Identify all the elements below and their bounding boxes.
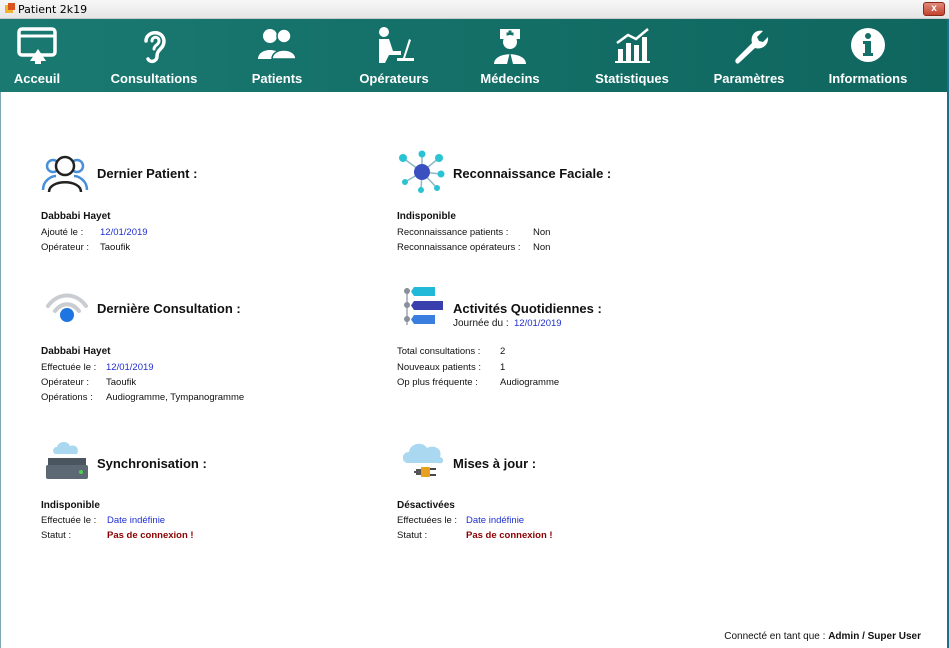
day-value: 12/01/2019 [514, 318, 562, 329]
panel-title: Synchronisation : [97, 456, 207, 471]
timeline-icon [404, 287, 443, 325]
wrench-icon [735, 30, 769, 64]
row-value: Taoufik [106, 377, 137, 388]
title-bar: Patient 2k19 x [0, 0, 949, 19]
chart-icon [615, 28, 650, 63]
row-label: Statut : [397, 530, 428, 541]
row-value: 12/01/2019 [106, 362, 154, 373]
row-value: Date indéfinie [107, 515, 166, 526]
row-value: 1 [500, 362, 506, 373]
network-icon [399, 150, 445, 193]
row-label: Ajouté le : [41, 227, 84, 238]
patient-name: Dabbabi Hayet [41, 211, 111, 222]
row-label: Opérations : [41, 392, 93, 403]
toolbar-item-patients[interactable]: Patients [240, 19, 314, 92]
connected-user: Admin / Super User [828, 631, 921, 642]
window-title: Patient 2k19 [18, 3, 88, 16]
row-value: Non [533, 242, 551, 253]
info-icon [851, 28, 885, 62]
connected-as-label: Connecté en tant que : [724, 631, 826, 642]
close-button[interactable]: x [923, 2, 945, 16]
toolbar-label: Acceuil [13, 71, 61, 86]
row-value: Non [533, 227, 551, 238]
row-label: Opérateur : [41, 377, 90, 388]
row-label: Effectuées le : [397, 515, 458, 526]
cloud-server-icon [46, 441, 88, 479]
toolbar-label: Opérateurs [359, 71, 429, 86]
ear-icon [144, 31, 166, 64]
status-bar: Connecté en tant que : Admin / Super Use… [724, 631, 921, 642]
operator-desk-icon [379, 27, 414, 63]
panel-title: Dernier Patient : [97, 166, 198, 181]
toolbar-label: Statistiques [595, 71, 669, 86]
toolbar-label: Médecins [480, 71, 540, 86]
toolbar-label: Consultations [110, 71, 198, 86]
users-icon [258, 28, 297, 60]
row-value: Pas de connexion ! [466, 530, 553, 541]
status-text: Indisponible [41, 500, 100, 511]
toolbar-item-statistiques[interactable]: Statistiques [584, 19, 680, 92]
toolbar-label: Informations [828, 71, 908, 86]
doctor-icon [494, 29, 526, 64]
toolbar-item-consultations[interactable]: Consultations [104, 19, 204, 92]
toolbar-item-operateurs[interactable]: Opérateurs [350, 19, 438, 92]
row-value: Date indéfinie [466, 515, 525, 526]
toolbar-label: Paramètres [713, 71, 785, 86]
row-value: 12/01/2019 [100, 227, 148, 238]
toolbar-item-medecins[interactable]: Médecins [474, 19, 546, 92]
panel-title: Dernière Consultation : [97, 301, 241, 316]
row-label: Nouveaux patients : [397, 362, 481, 373]
cloud-plug-icon [402, 443, 444, 477]
row-value: 2 [500, 346, 506, 357]
toolbar-label: Patients [251, 71, 303, 86]
row-label: Total consultations : [397, 346, 481, 357]
window-border [0, 92, 1, 648]
panel-title: Activités Quotidiennes : [453, 301, 602, 316]
panel-title: Mises à jour : [453, 456, 537, 471]
main-toolbar: Acceuil Consultations Patients Opérateur… [0, 19, 947, 92]
toolbar-item-acceuil[interactable]: Acceuil [6, 19, 68, 92]
row-value: Pas de connexion ! [107, 530, 194, 541]
row-value: Audiogramme, Tympanogramme [106, 392, 245, 403]
day-label: Journée du : [453, 318, 509, 329]
panel-title: Reconnaissance Faciale : [453, 166, 612, 181]
row-label: Reconnaissance patients : [397, 227, 509, 238]
row-label: Statut : [41, 530, 72, 541]
row-value: Audiogramme [500, 377, 560, 388]
row-label: Opérateur : [41, 242, 90, 253]
row-label: Effectuée le : [41, 362, 97, 373]
wifi-signal-icon [46, 293, 88, 322]
home-screen-icon [17, 27, 57, 64]
toolbar-item-parametres[interactable]: Paramètres [700, 19, 798, 92]
status-text: Désactivées [397, 500, 455, 511]
toolbar-item-informations[interactable]: Informations [818, 19, 918, 92]
row-value: Taoufik [100, 242, 131, 253]
patient-name: Dabbabi Hayet [41, 346, 111, 357]
row-label: Op plus fréquente : [397, 377, 478, 388]
app-icon [5, 3, 15, 13]
patient-profile-icon [41, 155, 89, 193]
status-text: Indisponible [397, 211, 456, 222]
row-label: Reconnaissance opérateurs : [397, 242, 521, 253]
row-label: Effectuée le : [41, 515, 97, 526]
